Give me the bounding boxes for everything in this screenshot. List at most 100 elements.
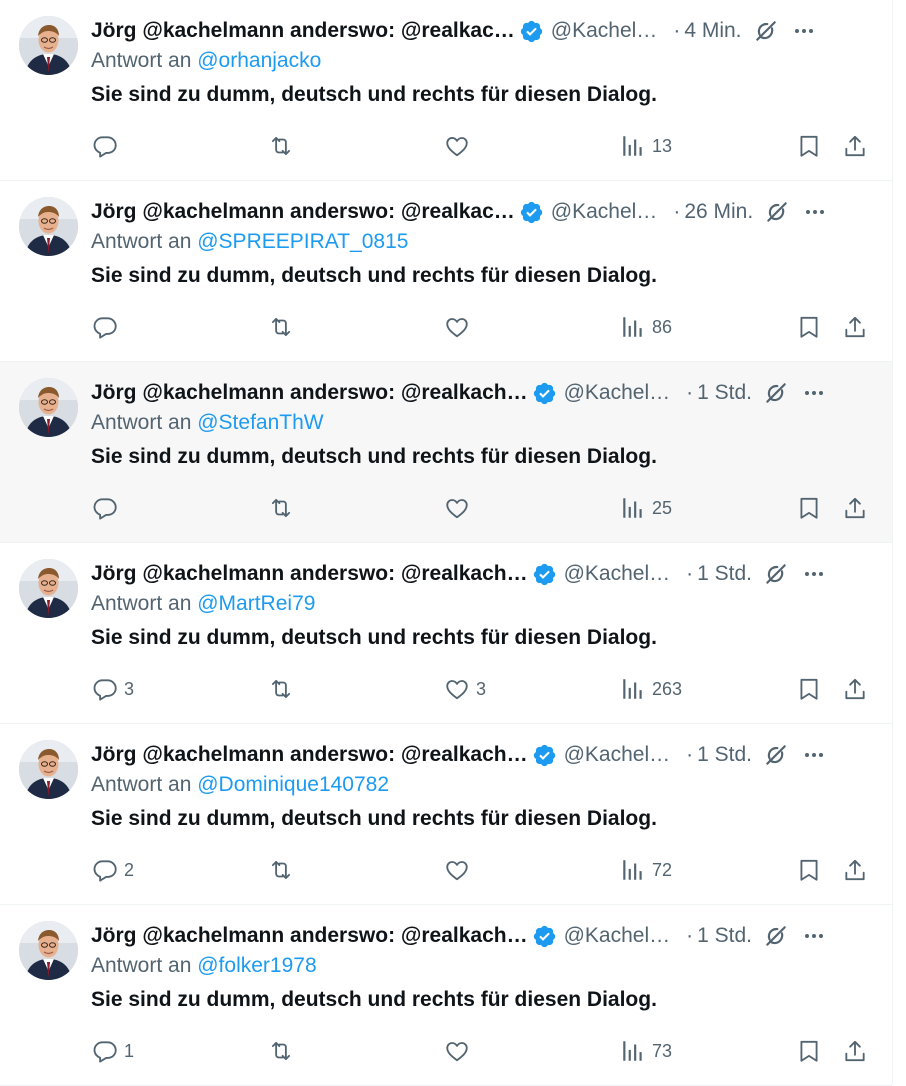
share-button[interactable] [842,674,868,704]
share-button[interactable] [842,855,868,885]
reply-icon [93,1041,117,1063]
reply-context: Antwort an @SPREEPIRAT_0815 [91,230,408,254]
views-button[interactable]: 25 [620,493,672,523]
reply-prefix: Antwort an [91,49,192,72]
avatar[interactable] [19,197,78,256]
reply-button[interactable]: 1 [92,1036,134,1066]
retweet-button[interactable] [268,312,300,342]
like-button[interactable] [444,312,476,342]
separator-dot: · [686,381,694,404]
tweet[interactable]: Jörg @kachelmann anderswo: @realkac… @Ka… [0,0,892,181]
reply-target-link[interactable]: @SPREEPIRAT_0815 [197,230,408,253]
share-button[interactable] [842,312,868,342]
reply-button[interactable] [92,493,124,523]
like-button[interactable] [444,493,476,523]
display-name[interactable]: Jörg @kachelmann anderswo: @realkach… [91,924,528,948]
retweet-button[interactable] [268,493,300,523]
views-count: 86 [652,316,673,337]
grok-icon[interactable] [762,560,790,588]
views-button[interactable]: 86 [620,312,672,342]
display-name[interactable]: Jörg @kachelmann anderswo: @realkac… [91,200,515,224]
bookmark-button[interactable] [796,131,822,161]
views-button[interactable]: 263 [620,674,682,704]
retweet-button[interactable] [268,855,300,885]
tweet-text: Sie sind zu dumm, deutsch und rechts für… [91,988,657,1011]
display-name[interactable]: Jörg @kachelmann anderswo: @realkach… [91,743,528,767]
reply-button[interactable] [92,131,124,161]
bookmark-button[interactable] [796,1036,822,1066]
user-handle[interactable]: @Kachel… [564,924,671,948]
retweet-icon [271,679,291,699]
views-button[interactable]: 13 [620,131,672,161]
tweet[interactable]: Jörg @kachelmann anderswo: @realkach… @K… [0,724,892,905]
reply-target-link[interactable]: @folker1978 [197,954,316,977]
tweet[interactable]: Jörg @kachelmann anderswo: @realkach… @K… [0,905,892,1086]
like-button[interactable] [444,855,476,885]
reply-target-link[interactable]: @MartRei79 [197,592,315,615]
views-button[interactable]: 72 [620,855,672,885]
avatar[interactable] [19,559,78,618]
timestamp[interactable]: 1 Std. [697,743,752,767]
grok-icon[interactable] [762,922,790,950]
timestamp[interactable]: 4 Min. [684,19,741,43]
tweet[interactable]: Jörg @kachelmann anderswo: @realkach… @K… [0,362,892,543]
like-button[interactable]: 3 [444,674,486,704]
timestamp[interactable]: 1 Std. [697,381,752,405]
tweet[interactable]: Jörg @kachelmann anderswo: @realkach… @K… [0,543,892,724]
retweet-button[interactable] [268,674,300,704]
retweet-button[interactable] [268,131,300,161]
user-handle[interactable]: @Kachel… [564,381,671,405]
like-icon [446,137,468,157]
more-icon[interactable] [800,560,828,588]
bookmark-icon [800,859,818,881]
avatar[interactable] [19,378,78,437]
retweet-button[interactable] [268,1036,300,1066]
reply-button[interactable]: 2 [92,855,134,885]
more-icon[interactable] [790,17,818,45]
more-icon[interactable] [800,922,828,950]
avatar[interactable] [19,921,78,980]
bookmark-button[interactable] [796,312,822,342]
display-name[interactable]: Jörg @kachelmann anderswo: @realkac… [91,19,515,43]
timestamp[interactable]: 26 Min. [684,200,753,224]
bookmark-button[interactable] [796,493,822,523]
reply-target-link[interactable]: @orhanjacko [197,49,321,72]
grok-icon[interactable] [752,17,780,45]
separator-dot: · [686,743,694,766]
grok-icon[interactable] [763,198,791,226]
reply-count: 3 [124,678,135,699]
more-icon[interactable] [801,198,829,226]
display-name[interactable]: Jörg @kachelmann anderswo: @realkach… [91,381,528,405]
retweet-icon [271,1041,291,1061]
share-button[interactable] [842,493,868,523]
reply-target-link[interactable]: @Dominique140782 [197,773,389,796]
user-handle[interactable]: @Kachel… [551,200,658,224]
like-button[interactable] [444,1036,476,1066]
reply-button[interactable] [92,312,124,342]
avatar[interactable] [19,740,78,799]
user-handle[interactable]: @Kachel… [564,743,671,767]
tweet[interactable]: Jörg @kachelmann anderswo: @realkac… @Ka… [0,181,892,362]
avatar[interactable] [19,16,78,75]
tweet-header: Jörg @kachelmann anderswo: @realkach… @K… [91,921,881,951]
timestamp[interactable]: 1 Std. [697,562,752,586]
user-handle[interactable]: @Kachel… [564,562,671,586]
share-button[interactable] [842,131,868,161]
reply-target-link[interactable]: @StefanThW [197,411,323,434]
more-icon[interactable] [800,741,828,769]
bookmark-button[interactable] [796,855,822,885]
retweet-icon [271,317,291,337]
bookmark-button[interactable] [796,674,822,704]
share-button[interactable] [842,1036,868,1066]
display-name[interactable]: Jörg @kachelmann anderswo: @realkach… [91,562,528,586]
share-icon [845,316,865,338]
reply-button[interactable]: 3 [92,674,134,704]
timestamp[interactable]: 1 Std. [697,924,752,948]
more-icon[interactable] [800,379,828,407]
tweet-text: Sie sind zu dumm, deutsch und rechts für… [91,264,657,287]
like-button[interactable] [444,131,476,161]
views-button[interactable]: 73 [620,1036,672,1066]
user-handle[interactable]: @Kachel… [551,19,658,43]
grok-icon[interactable] [762,741,790,769]
grok-icon[interactable] [762,379,790,407]
